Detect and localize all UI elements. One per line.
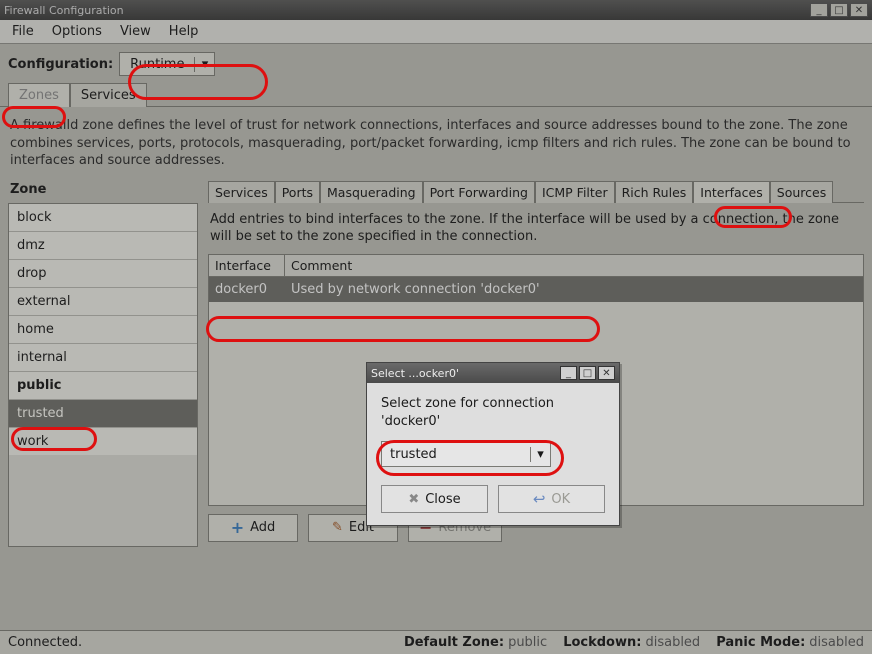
dialog-zone-value: trusted — [382, 447, 530, 462]
subtab-masquerading[interactable]: Masquerading — [320, 181, 423, 203]
status-connected: Connected. — [8, 635, 82, 650]
panic-mode-value: disabled — [809, 635, 864, 650]
subtab-services[interactable]: Services — [208, 181, 275, 203]
configuration-value: Runtime — [120, 57, 194, 72]
subtab-interfaces[interactable]: Interfaces — [693, 181, 769, 203]
select-zone-dialog: Select ...ocker0' _ □ ✕ Select zone for … — [366, 362, 620, 526]
menu-help[interactable]: Help — [163, 22, 205, 41]
menu-file[interactable]: File — [6, 22, 40, 41]
dialog-titlebar: Select ...ocker0' _ □ ✕ — [367, 363, 619, 383]
main-tabs: Zones Services — [0, 82, 872, 107]
menubar: File Options View Help — [0, 20, 872, 44]
dialog-close-button[interactable]: ✖ Close — [381, 485, 488, 513]
ok-arrow-icon: ↩ — [533, 490, 546, 508]
tab-zones[interactable]: Zones — [8, 83, 70, 107]
dialog-minimize-icon[interactable]: _ — [560, 366, 577, 380]
default-zone-label: Default Zone: — [404, 635, 504, 650]
configuration-row: Configuration: Runtime ▾ — [0, 44, 872, 82]
panic-mode-label: Panic Mode: — [716, 635, 805, 650]
subtab-sources[interactable]: Sources — [770, 181, 833, 203]
zone-subtabs: Services Ports Masquerading Port Forward… — [208, 180, 864, 203]
maximize-icon[interactable]: □ — [830, 3, 848, 17]
zone-item-home[interactable]: home — [9, 316, 197, 344]
menu-view[interactable]: View — [114, 22, 157, 41]
dialog-ok-button[interactable]: ↩ OK — [498, 485, 605, 513]
dialog-message: Select zone for connection 'docker0' — [381, 395, 605, 431]
add-button[interactable]: + Add — [208, 514, 298, 542]
window-title: Firewall Configuration — [4, 4, 124, 17]
zone-item-public[interactable]: public — [9, 372, 197, 400]
window-titlebar: Firewall Configuration _ □ ✕ — [0, 0, 872, 20]
interface-name: docker0 — [209, 277, 285, 302]
subtab-ports[interactable]: Ports — [275, 181, 320, 203]
default-zone-value: public — [508, 635, 547, 650]
zone-item-trusted[interactable]: trusted — [9, 400, 197, 428]
zone-item-external[interactable]: external — [9, 288, 197, 316]
zone-column-header: Zone — [8, 180, 198, 203]
col-interface: Interface — [209, 255, 285, 276]
dialog-close-label: Close — [425, 492, 460, 507]
dialog-maximize-icon[interactable]: □ — [579, 366, 596, 380]
dialog-ok-label: OK — [551, 492, 570, 507]
zone-item-drop[interactable]: drop — [9, 260, 197, 288]
subtab-port-forwarding[interactable]: Port Forwarding — [423, 181, 535, 203]
subtab-icmp-filter[interactable]: ICMP Filter — [535, 181, 615, 203]
dialog-close-icon[interactable]: ✕ — [598, 366, 615, 380]
zone-item-dmz[interactable]: dmz — [9, 232, 197, 260]
chevron-down-icon: ▾ — [530, 447, 550, 462]
interfaces-table-head: Interface Comment — [209, 255, 863, 277]
minimize-icon[interactable]: _ — [810, 3, 828, 17]
configuration-dropdown[interactable]: Runtime ▾ — [119, 52, 215, 76]
zone-item-work[interactable]: work — [9, 428, 197, 455]
tab-services[interactable]: Services — [70, 83, 147, 107]
zone-description: A firewalld zone defines the level of tr… — [8, 113, 864, 180]
x-icon: ✖ — [408, 492, 419, 507]
subtab-rich-rules[interactable]: Rich Rules — [615, 181, 694, 203]
add-label: Add — [250, 520, 275, 535]
configuration-label: Configuration: — [8, 57, 113, 72]
chevron-down-icon: ▾ — [194, 57, 214, 72]
close-icon[interactable]: ✕ — [850, 3, 868, 17]
dialog-title: Select ...ocker0' — [371, 367, 459, 380]
lockdown-value: disabled — [645, 635, 700, 650]
zone-list: block dmz drop external home internal pu… — [8, 203, 198, 547]
dialog-zone-dropdown[interactable]: trusted ▾ — [381, 441, 551, 467]
statusbar: Connected. Default Zone: public Lockdown… — [0, 630, 872, 654]
interfaces-description: Add entries to bind interfaces to the zo… — [208, 203, 864, 254]
plus-icon: + — [231, 518, 244, 537]
col-comment: Comment — [285, 255, 863, 276]
menu-options[interactable]: Options — [46, 22, 108, 41]
pencil-icon: ✎ — [332, 520, 343, 535]
interface-comment: Used by network connection 'docker0' — [285, 277, 863, 302]
zone-item-block[interactable]: block — [9, 204, 197, 232]
lockdown-label: Lockdown: — [563, 635, 641, 650]
interface-row-docker0[interactable]: docker0 Used by network connection 'dock… — [209, 277, 863, 302]
zone-item-internal[interactable]: internal — [9, 344, 197, 372]
